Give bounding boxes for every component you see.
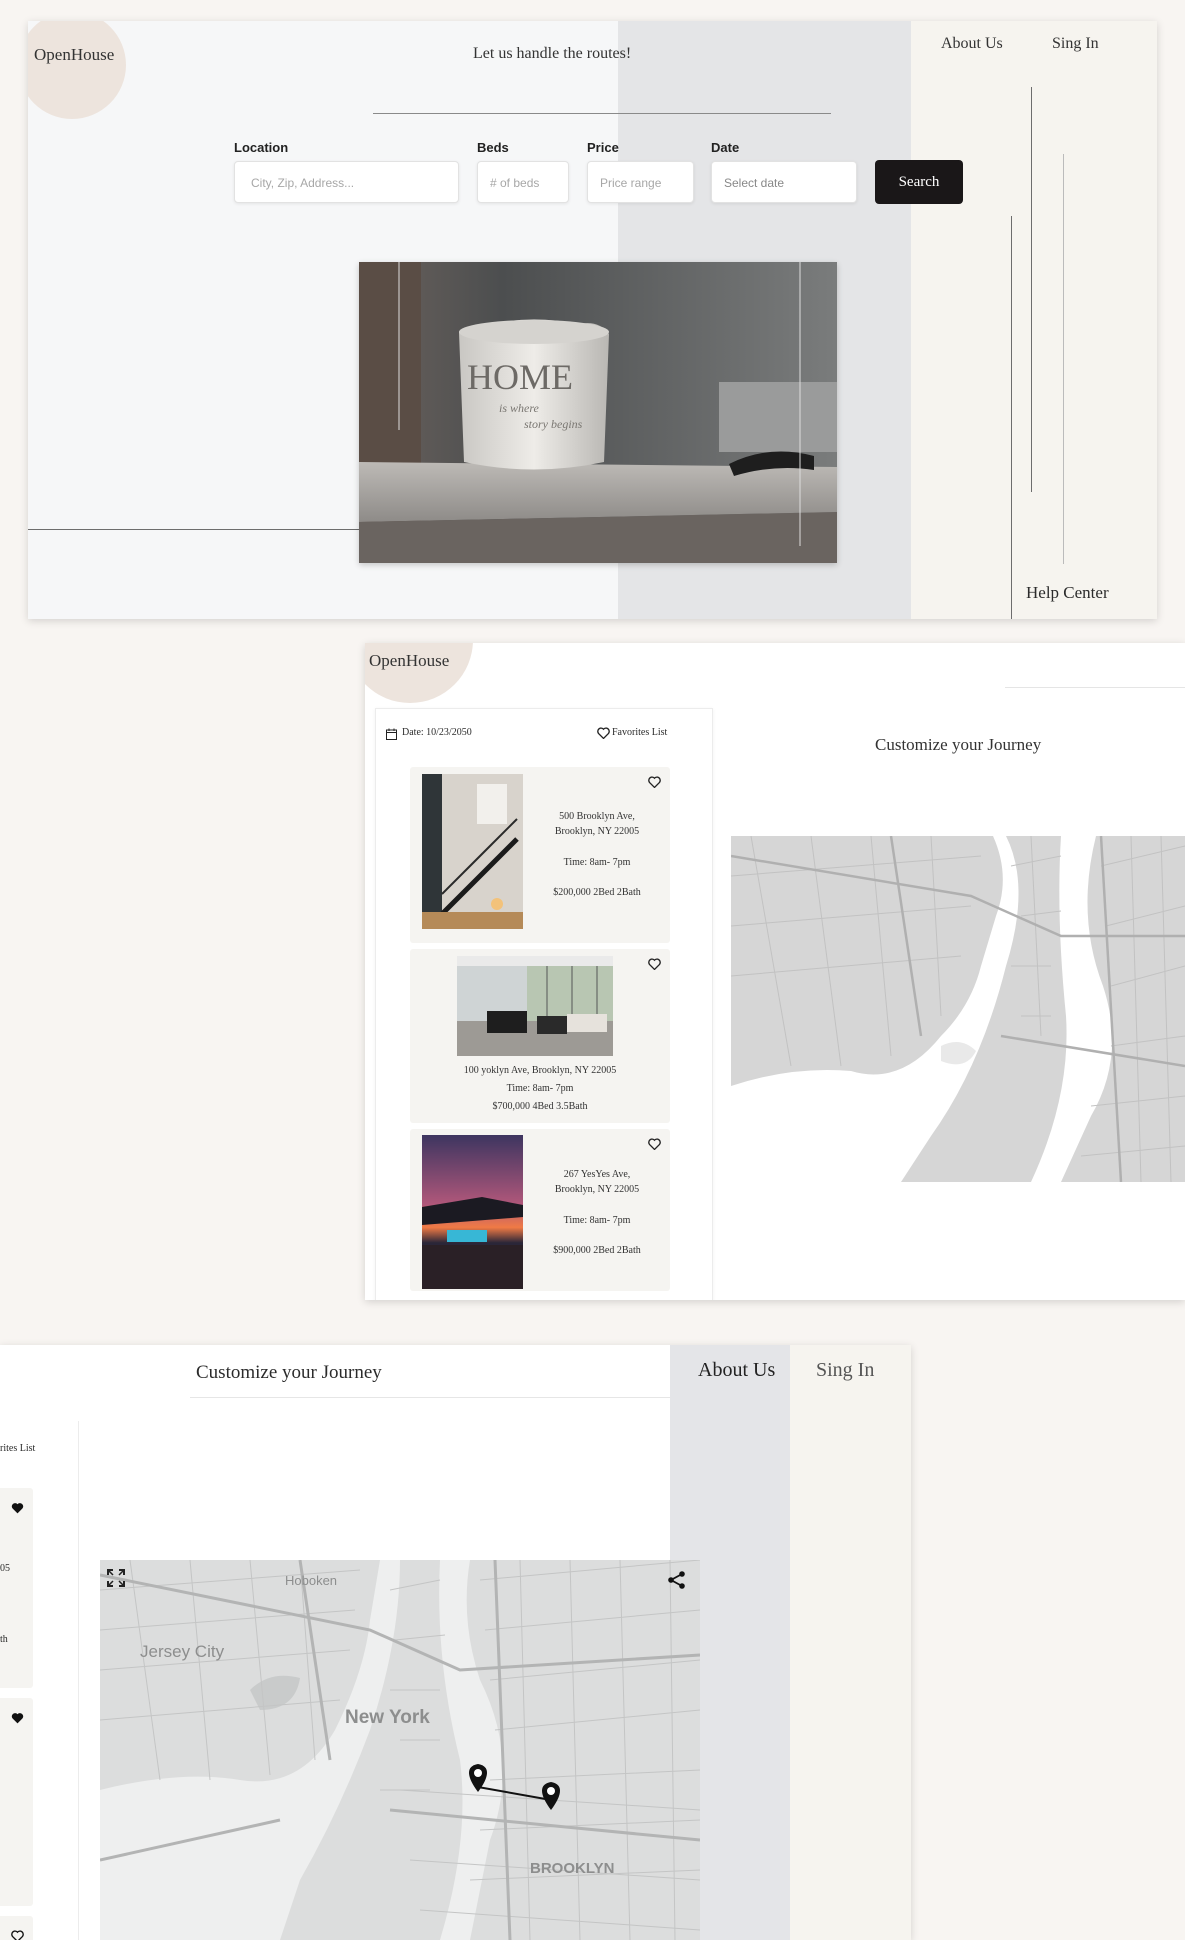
hero-home-text: HOME [467,357,573,397]
beige-band [790,1345,911,1940]
map-label-jersey-city: Jersey City [140,1642,225,1661]
logo-circle [28,21,126,119]
listing-details: $200,000 2Bed 2Bath [553,887,641,898]
route-map-svg: Hoboken Jersey City New York BROOKLYN [100,1560,700,1940]
listing-text-partial: th [0,1634,8,1645]
heart-outline-icon[interactable] [11,1929,24,1940]
listing-card[interactable]: 05 th [0,1488,33,1688]
listings-panel: OpenHouse Date: 10/23/2050 Favorites Lis… [365,643,1185,1300]
favorites-list-link[interactable]: rites List [0,1443,35,1454]
listing-card[interactable] [0,1698,33,1906]
nav-about-us[interactable]: About Us [698,1359,775,1382]
help-center-link[interactable]: Help Center [1026,583,1109,603]
listing-sidebar: Date: 10/23/2050 Favorites List 500 Broo… [375,708,713,1300]
calendar-icon [386,727,397,745]
date-label: Date [711,140,740,155]
hero-image: HOME is where story begins [359,262,837,563]
listing-time: Time: 8am- 7pm [563,857,631,868]
beds-input[interactable]: # of beds [477,161,569,203]
journey-heading: Customize your Journey [875,735,1042,754]
listing-address-2: Brooklyn, NY 22005 [554,826,640,837]
decor-line [1063,154,1064,564]
search-button[interactable]: Search [875,160,963,204]
price-input[interactable]: Price range [587,161,694,203]
map-label-brooklyn: BROOKLYN [530,1860,614,1877]
listing-card[interactable]: 267 YesYes Ave, Brooklyn, NY 22005 Time:… [410,1129,670,1291]
map-label-new-york: New York [345,1707,430,1728]
beige-band [911,21,1157,619]
route-map[interactable]: Hoboken Jersey City New York BROOKLYN [100,1560,700,1940]
divider [1005,687,1185,688]
location-input[interactable]: City, Zip, Address... [234,161,459,203]
date-label: Date: 10/23/2050 [402,727,472,738]
journey-heading: Customize your Journey [196,1362,382,1383]
listing-photo [457,956,613,1056]
listing-card[interactable]: 500 Brooklyn Ave, Brooklyn, NY 22005 Tim… [410,767,670,943]
listing-card[interactable] [0,1916,33,1940]
listing-sidebar-partial: rites List 05 th [0,1421,79,1940]
listing-details: $700,000 4Bed 3.5Bath [492,1101,588,1112]
price-label: Price [587,140,619,155]
divider [373,113,831,114]
journey-panel: Customize your Journey About Us Sing In … [0,1345,911,1940]
heart-outline-icon[interactable] [648,957,661,975]
fullscreen-icon[interactable] [106,1568,126,1593]
share-icon[interactable] [667,1570,687,1595]
listing-text-partial: 05 [0,1563,10,1574]
listing-photo [422,774,523,929]
listing-time: Time: 8am- 7pm [563,1215,631,1226]
decor-line [1011,216,1012,619]
listing-address-1: 267 YesYes Ave, [563,1169,631,1180]
hero-photo: HOME is where story begins [359,262,837,563]
listing-photo [422,1135,523,1289]
favorites-list-link[interactable]: Favorites List [612,727,667,738]
nav-sign-in[interactable]: Sing In [1052,35,1099,53]
logo[interactable]: OpenHouse [369,651,449,671]
tagline: Let us handle the routes! [473,45,632,62]
nav-about-us[interactable]: About Us [941,35,1003,53]
date-input[interactable]: Select date [711,161,857,203]
heart-outline-icon[interactable] [648,1137,661,1155]
listing-address-2: Brooklyn, NY 22005 [554,1184,640,1195]
heart-outline-icon[interactable] [597,726,610,744]
decor-line [1031,87,1032,492]
listing-address-1: 500 Brooklyn Ave, [559,811,635,822]
divider [190,1397,670,1398]
listing-card[interactable]: 100 yoklyn Ave, Brooklyn, NY 22005 Time:… [410,949,670,1123]
nav-sign-in[interactable]: Sing In [816,1359,874,1382]
hero-script-2: story begins [524,417,583,431]
beds-label: Beds [477,140,509,155]
landing-panel: OpenHouse Let us handle the routes! Abou… [28,21,1157,619]
listing-time: Time: 8am- 7pm [506,1083,574,1094]
map-label-hoboken: Hoboken [285,1573,337,1588]
heart-filled-icon[interactable] [11,1711,24,1729]
city-map[interactable] [731,836,1185,1182]
listing-address: 100 yoklyn Ave, Brooklyn, NY 22005 [463,1065,617,1076]
heart-filled-icon[interactable] [11,1501,24,1519]
hero-script-1: is where [499,401,540,415]
listing-details: $900,000 2Bed 2Bath [553,1245,641,1256]
location-label: Location [234,140,289,155]
logo[interactable]: OpenHouse [34,45,114,65]
heart-outline-icon[interactable] [648,775,661,793]
